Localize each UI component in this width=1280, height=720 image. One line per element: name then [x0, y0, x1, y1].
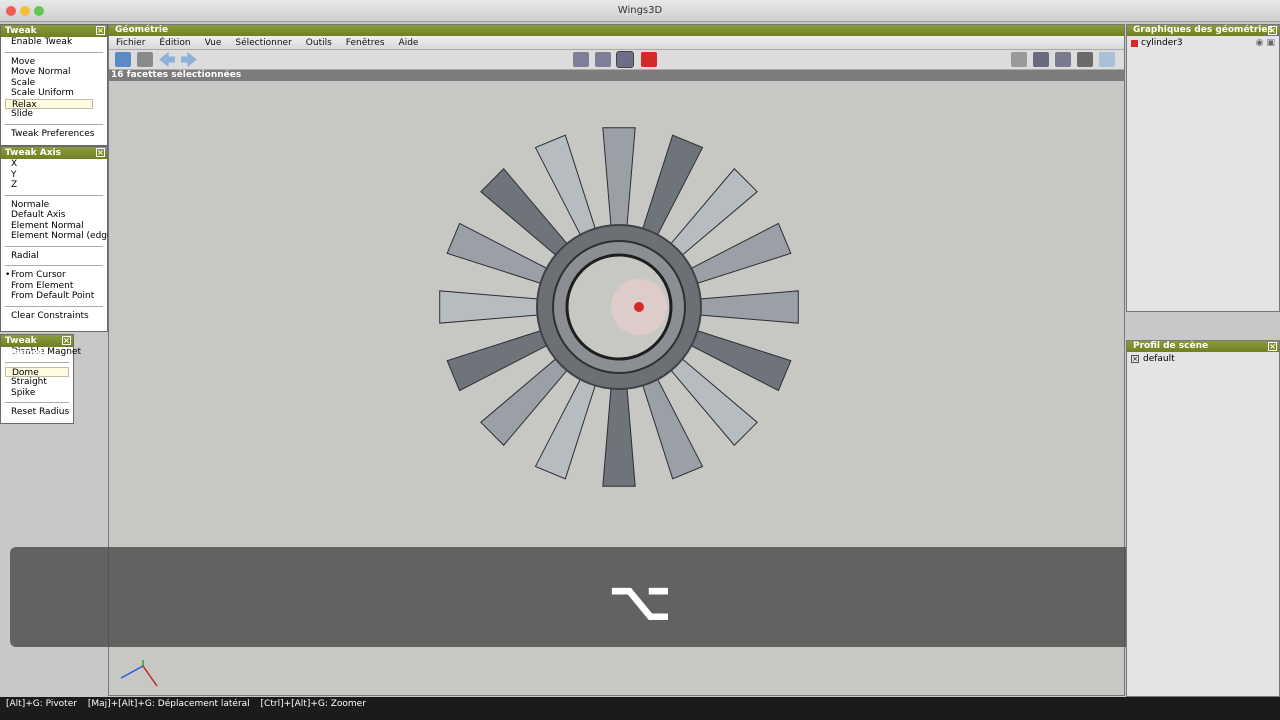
move-normal-item[interactable]: Move Normal [1, 67, 107, 78]
element-normal-item[interactable]: Element Normal [1, 221, 107, 232]
close-icon[interactable]: × [62, 336, 71, 345]
divider [5, 194, 103, 196]
outliner-row[interactable]: cylinder3 ◉ ▣ [1127, 36, 1279, 50]
dome-item[interactable]: Dome [5, 366, 69, 378]
cursor-dot [634, 302, 644, 312]
object-icon [1131, 39, 1138, 47]
undo-icon[interactable] [159, 52, 175, 67]
tweak-palette-header: Tweak × [1, 25, 107, 37]
menu-aide[interactable]: Aide [392, 36, 426, 49]
divider [5, 361, 69, 363]
axes-icon[interactable] [1099, 52, 1115, 67]
window-title: Wings3D [617, 5, 663, 16]
menu-bar: Fichier Édition Vue Sélectionner Outils … [109, 36, 1124, 50]
divider [5, 123, 103, 125]
gear-tooth [602, 127, 636, 233]
relax-item[interactable]: Relax [5, 98, 93, 110]
from-cursor-item[interactable]: From Cursor [1, 270, 107, 281]
divider [5, 245, 103, 247]
slide-item[interactable]: Slide [1, 109, 107, 120]
status-zoom: [Ctrl]+[Alt]+G: Zoomer [260, 699, 366, 709]
tweak-axis-palette: Tweak Axis × X Y Z Normale Default Axis … [0, 146, 121, 332]
vertex-select-icon[interactable] [573, 52, 589, 67]
tweak-preferences-item[interactable]: Tweak Preferences [1, 129, 107, 140]
outliner-title: Graphiques des géométries [1133, 25, 1273, 35]
shade-smooth-icon[interactable] [1033, 52, 1049, 67]
normale-item[interactable]: Normale [1, 200, 107, 211]
spike-item[interactable]: Spike [1, 388, 73, 399]
divider [5, 51, 103, 53]
tweak-axis-header: Tweak Axis × [1, 147, 107, 159]
divider [5, 265, 103, 266]
toolbar [109, 50, 1124, 70]
close-icon[interactable]: × [1268, 342, 1277, 351]
close-icon[interactable]: × [1268, 26, 1277, 35]
redo-icon[interactable] [181, 52, 197, 67]
status-pan: [Maj]+[Alt]+G: Déplacement latéral [87, 699, 250, 709]
object-name[interactable]: cylinder3 [1141, 38, 1183, 48]
menu-outils[interactable]: Outils [299, 36, 339, 49]
wireframe-icon[interactable] [1077, 52, 1093, 67]
menu-fenetres[interactable]: Fenêtres [339, 36, 392, 49]
move-item[interactable]: Move [1, 57, 107, 68]
menu-selectionner[interactable]: Sélectionner [228, 36, 298, 49]
tweak-axis-title: Tweak Axis [5, 148, 61, 158]
axis-gizmo [120, 660, 158, 687]
body-select-icon[interactable] [641, 52, 657, 67]
gear-tooth [602, 381, 636, 487]
scene-profile-header: Profil de scène × [1127, 341, 1279, 352]
divider [5, 305, 103, 307]
save-icon[interactable] [137, 52, 153, 67]
reset-radius-item[interactable]: Reset Radius [1, 407, 73, 418]
option-key-symbol: ⌥ [607, 569, 673, 634]
checkbox-icon[interactable]: × [1131, 355, 1139, 363]
close-icon[interactable]: × [96, 26, 105, 35]
divider [5, 402, 69, 403]
selection-info: 16 facettes sélectionnées [109, 70, 1124, 81]
status-rotate: [Alt]+G: Pivoter [6, 699, 77, 709]
window-titlebar: Wings3D [0, 0, 1280, 22]
face-select-icon[interactable] [616, 51, 634, 68]
scene-profile-row[interactable]: × default [1127, 352, 1279, 366]
straight-item[interactable]: Straight [1, 377, 73, 388]
shade-flat-icon[interactable] [1055, 52, 1071, 67]
grid-icon[interactable] [1011, 52, 1027, 67]
from-element-item[interactable]: From Element [1, 281, 107, 292]
menu-vue[interactable]: Vue [198, 36, 229, 49]
from-default-point-item[interactable]: From Default Point [1, 291, 107, 302]
gear-tooth [439, 290, 545, 324]
scene-profile-item[interactable]: default [1143, 354, 1175, 364]
tweak-magnet-header: Tweak Magnet × [1, 335, 73, 358]
scene-profile-panel: Profil de scène × × default [1126, 340, 1280, 697]
outliner-header: Graphiques des géométries × [1127, 25, 1279, 36]
close-icon[interactable]: × [96, 148, 105, 157]
edge-select-icon[interactable] [595, 52, 611, 67]
element-normal-edges-item[interactable]: Element Normal (edges) [1, 231, 121, 242]
scale-item[interactable]: Scale [1, 78, 107, 89]
menu-fichier[interactable]: Fichier [109, 36, 152, 49]
scene-profile-title: Profil de scène [1133, 341, 1209, 351]
clear-constraints-item[interactable]: Clear Constraints [1, 311, 107, 322]
enable-tweak-item[interactable]: Enable Tweak [1, 37, 107, 48]
open-file-icon[interactable] [115, 52, 131, 67]
radial-item[interactable]: Radial [1, 251, 107, 262]
axis-y-item[interactable]: Y [1, 170, 107, 181]
gear-tooth [693, 290, 799, 324]
keystroke-overlay: ⌥ [10, 547, 1270, 647]
axis-x-item[interactable]: X [1, 159, 107, 170]
menu-edition[interactable]: Édition [152, 36, 197, 49]
scale-uniform-item[interactable]: Scale Uniform [1, 88, 107, 99]
default-axis-item[interactable]: Default Axis [1, 210, 107, 221]
tweak-magnet-palette: Tweak Magnet × Disable Magnet Dome Strai… [0, 334, 81, 424]
tweak-magnet-title: Tweak Magnet [5, 336, 44, 358]
tweak-palette-title: Tweak [5, 26, 37, 36]
visibility-icon[interactable]: ◉ [1256, 38, 1264, 48]
outliner-panel: Graphiques des géométries × cylinder3 ◉ … [1126, 24, 1280, 312]
status-bar: [Alt]+G: Pivoter [Maj]+[Alt]+G: Déplacem… [0, 697, 1280, 720]
axis-z-item[interactable]: Z [1, 180, 107, 191]
tweak-palette: Tweak × Enable Tweak Move Move Normal Sc… [0, 24, 108, 146]
lock-icon[interactable]: ▣ [1266, 38, 1275, 48]
geometry-title: Géométrie [109, 25, 1124, 36]
